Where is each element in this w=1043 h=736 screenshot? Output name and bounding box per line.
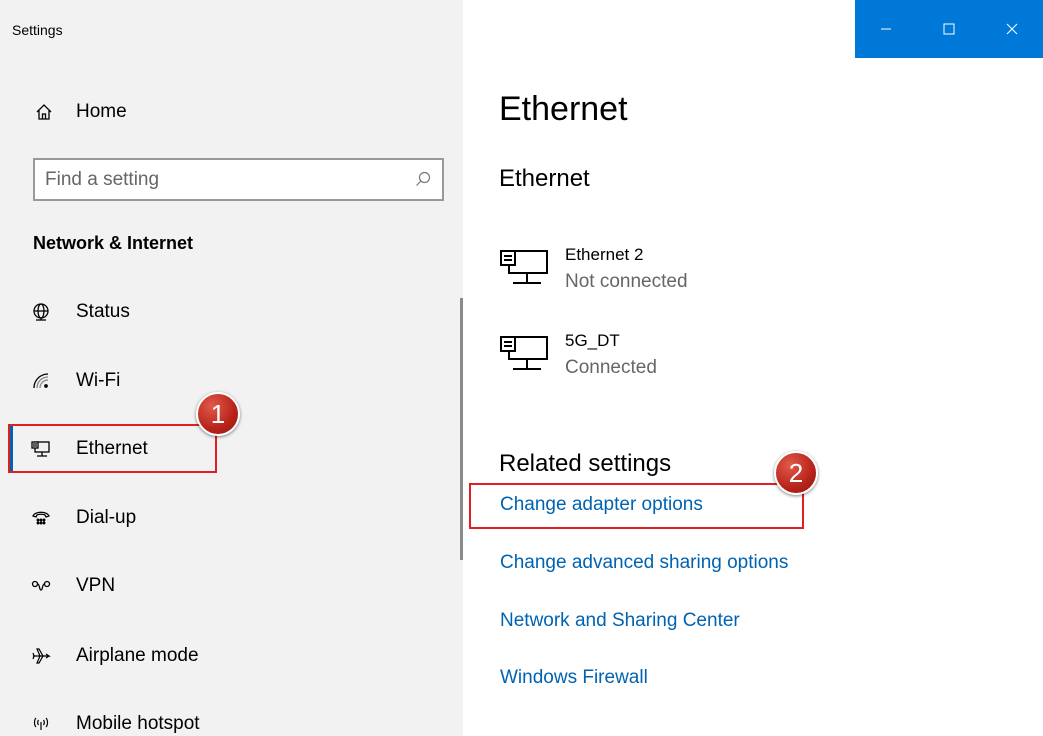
close-button[interactable] [980,0,1043,58]
sidebar-item-dialup[interactable]: Dial-up [0,493,463,543]
home-icon [33,101,55,123]
sidebar-item-label: Mobile hotspot [76,713,200,734]
connection-ethernet-2[interactable]: Ethernet 2 Not connected [499,245,899,305]
connection-status: Connected [565,357,657,378]
annotation-highlight-ethernet [8,424,217,473]
minimize-icon [881,28,892,30]
content-pane: Ethernet Ethernet Ethernet 2 Not connect… [463,0,1043,736]
ethernet-icon [499,335,551,375]
sidebar-item-label: Wi-Fi [76,370,121,391]
sidebar-item-label: VPN [76,575,116,596]
sidebar-item-vpn[interactable]: VPN [0,561,463,611]
ethernet-icon [499,249,551,289]
sidebar-item-label: Status [76,301,130,322]
page-title: Ethernet [499,90,628,128]
annotation-badge-2: 2 [774,451,818,495]
search-box[interactable] [33,158,444,201]
sidebar-item-airplane-mode[interactable]: Airplane mode [0,631,463,681]
connection-name: 5G_DT [565,331,620,350]
globe-icon [30,301,52,323]
connection-status: Not connected [565,271,688,292]
sidebar-item-label: Airplane mode [76,645,199,666]
maximize-icon [943,23,955,35]
settings-window: Settings Home Network & Internet [0,0,1043,736]
dialup-icon [30,507,52,529]
sidebar-item-status[interactable]: Status [0,287,463,337]
wifi-icon [30,370,52,392]
connection-name: Ethernet 2 [565,245,644,264]
sidebar-item-mobile-hotspot[interactable]: Mobile hotspot [0,699,463,736]
navigation-pane: Settings Home Network & Internet [0,0,463,736]
vpn-icon [30,575,52,597]
close-icon [1006,23,1017,35]
connection-5g-dt[interactable]: 5G_DT Connected [499,331,899,391]
maximize-button[interactable] [918,0,981,58]
home-label: Home [76,101,127,122]
search-input[interactable] [45,160,405,199]
search-icon[interactable] [414,170,432,188]
sidebar-item-label: Dial-up [76,507,137,528]
window-controls [855,0,1043,58]
windows-firewall-link[interactable]: Windows Firewall [500,667,648,689]
annotation-badge-1: 1 [196,392,240,436]
section-title: Network & Internet [33,233,194,253]
change-advanced-sharing-link[interactable]: Change advanced sharing options [500,552,788,574]
related-settings-title: Related settings [499,450,672,477]
annotation-highlight-adapter-options [469,483,804,529]
minimize-button[interactable] [855,0,918,58]
network-sharing-center-link[interactable]: Network and Sharing Center [500,610,740,632]
app-title: Settings [12,22,63,38]
airplane-icon [30,645,52,667]
hotspot-icon [30,713,52,735]
nav-home[interactable]: Home [0,92,463,132]
section-title: Ethernet [499,165,590,192]
